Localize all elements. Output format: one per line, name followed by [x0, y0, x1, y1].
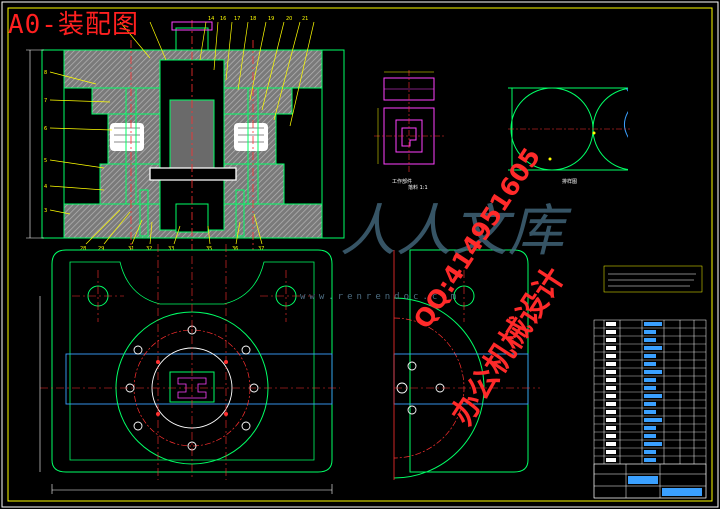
table-cell-text: [606, 370, 616, 374]
svg-text:33: 33: [168, 246, 174, 252]
table-cell-fill: [644, 450, 656, 454]
table-cell-fill: [644, 370, 662, 374]
svg-text:19: 19: [268, 16, 274, 22]
table-cell-fill: [644, 330, 656, 334]
table-cell-fill: [644, 426, 656, 430]
table-cell-fill: [644, 346, 662, 350]
svg-text:32: 32: [146, 246, 152, 252]
table-cell-fill: [644, 410, 656, 414]
table-cell-text: [606, 434, 616, 438]
table-cell-text: [606, 458, 616, 462]
svg-text:17: 17: [234, 16, 240, 22]
table-cell-text: [606, 402, 616, 406]
table-cell-fill: [644, 434, 656, 438]
svg-text:37: 37: [258, 246, 264, 252]
table-cell-fill: [644, 378, 656, 382]
svg-text:36: 36: [232, 246, 238, 252]
plan-view: [39, 244, 340, 494]
svg-text:35: 35: [206, 246, 212, 252]
table-cell-text: [606, 386, 616, 390]
table-cell-text: [606, 354, 616, 358]
table-cell-fill: [644, 442, 662, 446]
section-view: 14 16 17 18 19 20 21 8 7 6 5 4 3 28 29 31 32 33 35 36…: [26, 16, 345, 252]
detail-c-label: 排样图: [562, 179, 578, 185]
svg-text:16: 16: [220, 16, 226, 22]
table-cell-text: [606, 362, 616, 366]
detail-part-view: [374, 70, 444, 172]
table-cell-text: [606, 394, 616, 398]
table-cell-text: [606, 450, 616, 454]
table-cell-text: [606, 346, 616, 350]
table-cell-fill: [644, 402, 656, 406]
svg-text:14: 14: [208, 16, 214, 22]
table-cell-text: [606, 378, 616, 382]
table-cell-fill: [644, 418, 662, 422]
svg-text:4: 4: [44, 184, 47, 190]
svg-text:20: 20: [286, 16, 292, 22]
table-cell-fill: [644, 354, 656, 358]
table-cell-fill: [644, 362, 656, 366]
drawing-title: A0-装配图: [8, 10, 139, 40]
tech-notes-box: [603, 265, 703, 293]
svg-text:18: 18: [250, 16, 256, 22]
table-cell-fill: [644, 338, 656, 342]
parts-list-rows: [594, 322, 706, 465]
table-cell-fill: [644, 458, 656, 462]
svg-text:3: 3: [44, 208, 47, 214]
spring-right: [234, 123, 268, 151]
table-cell-text: [606, 330, 616, 334]
spring-left: [110, 123, 144, 151]
svg-text:21: 21: [302, 16, 308, 22]
table-cell-text: [606, 410, 616, 414]
svg-text:6: 6: [44, 126, 47, 132]
svg-text:5: 5: [44, 158, 47, 164]
table-cell-text: [606, 442, 616, 446]
table-cell-fill: [644, 322, 662, 326]
svg-text:31: 31: [128, 246, 134, 252]
svg-text:28: 28: [80, 246, 86, 252]
table-cell-text: [606, 426, 616, 430]
detail-b-label: 落料 1:1: [408, 185, 428, 191]
table-cell-fill: [644, 386, 656, 390]
table-cell-text: [606, 322, 616, 326]
svg-text:8: 8: [44, 70, 47, 76]
svg-text:7: 7: [44, 98, 47, 104]
svg-text:29: 29: [98, 246, 104, 252]
table-cell-text: [606, 418, 616, 422]
table-cell-text: [606, 338, 616, 342]
table-cell-fill: [644, 394, 662, 398]
